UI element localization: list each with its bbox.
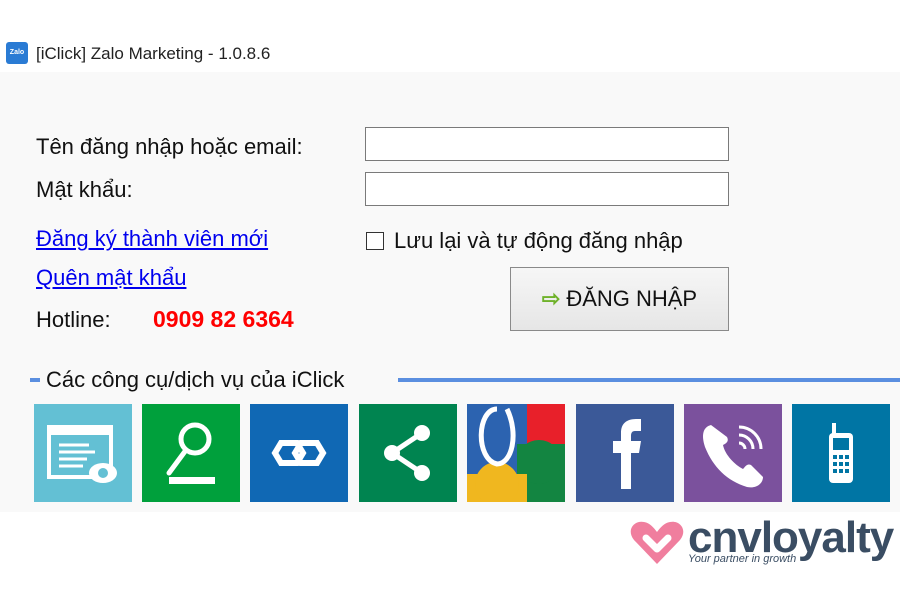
window-title: [iClick] Zalo Marketing - 1.0.8.6 — [36, 44, 271, 63]
tool-tile-facebook[interactable] — [576, 404, 674, 502]
tool-tile-link[interactable] — [250, 404, 348, 502]
register-link[interactable]: Đăng ký thành viên mới — [36, 226, 268, 252]
app-icon: Zalo — [6, 42, 28, 64]
facebook-icon — [613, 419, 641, 489]
password-label: Mật khẩu: — [36, 177, 133, 202]
password-input[interactable] — [365, 172, 729, 206]
link-icon — [271, 440, 327, 466]
arrow-right-icon: ⇨ — [541, 286, 561, 311]
tool-tile-search[interactable] — [142, 404, 240, 502]
username-label: Tên đăng nhập hoặc email: — [36, 134, 303, 159]
share-icon — [384, 425, 430, 481]
cnvloyalty-heart-logo — [630, 521, 684, 564]
watermark-tagline: Your partner in growth — [688, 553, 797, 565]
remember-label[interactable]: Lưu lại và tự động đăng nhập — [394, 228, 683, 254]
tool-tile-mobile-phone[interactable] — [792, 404, 890, 502]
tools-group-title: Các công cụ/dịch vụ của iClick — [46, 367, 345, 392]
hotline-number: 0909 82 6364 — [153, 306, 294, 332]
login-button-label: ĐĂNG NHẬP — [566, 286, 698, 311]
username-input[interactable] — [365, 127, 729, 161]
remember-checkbox[interactable] — [366, 232, 384, 250]
search-icon — [166, 422, 215, 484]
google-icon — [467, 404, 565, 502]
group-line-left — [30, 378, 40, 382]
viber-icon — [703, 425, 763, 488]
tool-tile-viber[interactable] — [684, 404, 782, 502]
web-monitor-icon — [47, 425, 117, 483]
tool-tile-web-monitor[interactable] — [34, 404, 132, 502]
mobile-phone-icon — [829, 423, 853, 483]
tool-tile-share[interactable] — [359, 404, 457, 502]
forgot-password-link[interactable]: Quên mật khẩu — [36, 265, 186, 291]
hotline-label: Hotline: — [36, 307, 111, 332]
tool-tile-google[interactable] — [467, 404, 565, 502]
group-line-right — [398, 378, 900, 382]
login-button[interactable]: ⇨ ĐĂNG NHẬP — [510, 267, 729, 331]
